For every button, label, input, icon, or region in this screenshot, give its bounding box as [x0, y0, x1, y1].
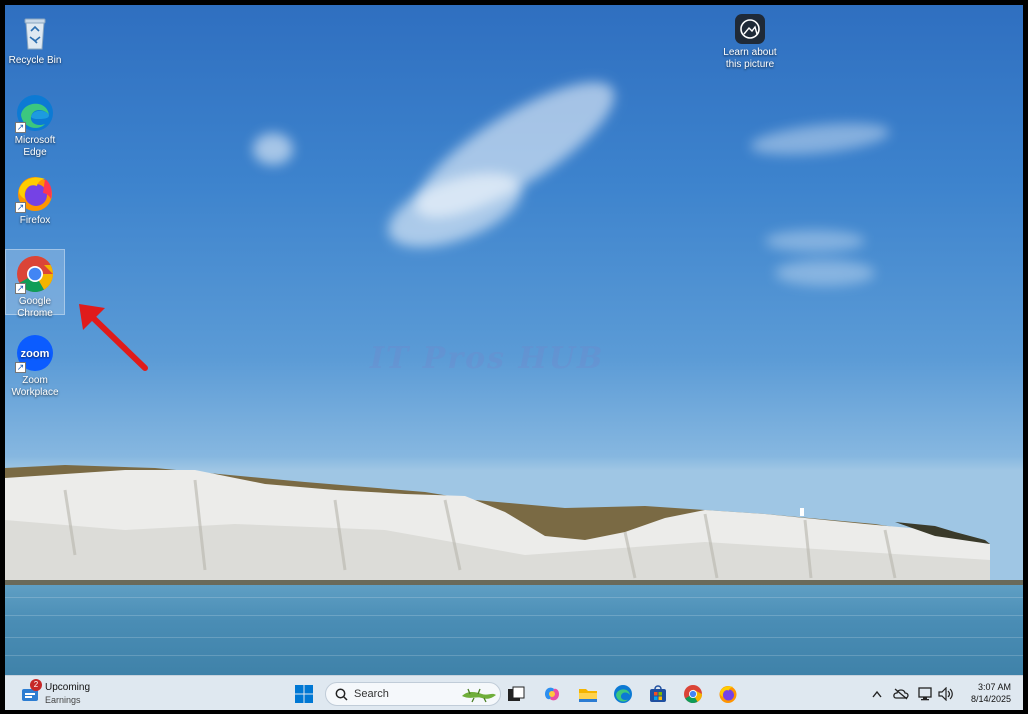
firefox-icon: ↗: [15, 173, 55, 213]
desktop-icon-label: Firefox: [19, 215, 51, 226]
volume-tray-button[interactable]: [937, 681, 955, 707]
desktop-icon-label: Google Chrome: [17, 296, 53, 319]
task-view-icon: [508, 686, 525, 701]
lighthouse: [800, 508, 804, 516]
screenshot-frame: IT Pros HUB Recycle Bin ↗ Microsoft Edge: [0, 0, 1028, 714]
windows-start-icon: [295, 685, 313, 703]
watermark-text: IT Pros HUB: [370, 341, 605, 376]
desktop-icon-label: Microsoft Edge: [14, 135, 56, 158]
file-explorer-icon: [579, 688, 597, 702]
widget-title: Upcoming: [45, 682, 91, 693]
desktop-icon-label: Recycle Bin: [8, 55, 62, 66]
edge-icon: ↗: [15, 93, 55, 133]
white-cliffs: [5, 465, 1023, 588]
chrome-icon: [684, 685, 702, 704]
network-tray-button[interactable]: [917, 681, 935, 707]
desktop-icon-learn-about-picture[interactable]: Learn about this picture: [720, 9, 780, 71]
network-icon: [918, 687, 932, 701]
desktop-icon-recycle-bin[interactable]: Recycle Bin: [5, 9, 65, 67]
chrome-icon: ↗: [15, 254, 55, 294]
shortcut-arrow-icon: ↗: [15, 202, 26, 213]
shortcut-arrow-icon: ↗: [15, 122, 26, 133]
spotlight-camera-icon: [734, 13, 766, 45]
desktop: IT Pros HUB Recycle Bin ↗ Microsoft Edge: [5, 5, 1023, 710]
store-icon: [650, 685, 666, 702]
desktop-icon-microsoft-edge[interactable]: ↗ Microsoft Edge: [5, 89, 65, 159]
sea: [5, 585, 1023, 675]
taskbar-firefox-button[interactable]: [715, 681, 741, 707]
clock-time: 3:07 AM: [977, 682, 1011, 692]
taskbar: 2 Upcoming Earnings Search 3:07 AM 8/14/…: [5, 675, 1023, 710]
desktop-icon-firefox[interactable]: ↗ Firefox: [5, 169, 65, 227]
taskbar-chrome-button[interactable]: [680, 681, 706, 707]
copilot-button[interactable]: [539, 681, 565, 707]
learn-about-label-line2: this picture: [725, 59, 775, 70]
cloud: [775, 260, 875, 286]
show-hidden-icons-button[interactable]: [867, 681, 887, 707]
copilot-icon: [545, 687, 559, 701]
taskbar-edge-button[interactable]: [610, 681, 636, 707]
desktop-icon-google-chrome[interactable]: ↗ Google Chrome: [5, 249, 65, 319]
zoom-icon: zoom ↗: [15, 333, 55, 373]
desktop-icon-label: Zoom Workplace: [11, 375, 59, 398]
taskbar-search-box[interactable]: Search: [325, 682, 501, 706]
cloud: [765, 230, 865, 252]
widgets-button[interactable]: 2 Upcoming Earnings: [19, 679, 129, 707]
learn-about-label-line1: Learn about: [723, 47, 777, 58]
annotation-arrow: [79, 304, 148, 371]
store-button[interactable]: [645, 681, 671, 707]
notification-badge: 2: [30, 679, 42, 691]
start-button[interactable]: [291, 681, 317, 707]
cloud: [748, 117, 892, 161]
clock-date: 8/14/2025: [970, 694, 1011, 704]
onedrive-tray-button[interactable]: [891, 681, 911, 707]
volume-icon: [938, 687, 953, 701]
file-explorer-button[interactable]: [575, 681, 601, 707]
task-view-button[interactable]: [503, 681, 529, 707]
firefox-icon: [719, 686, 737, 703]
cloud-offline-icon: [893, 688, 909, 700]
shortcut-arrow-icon: ↗: [15, 362, 26, 373]
recycle-bin-icon: [15, 13, 55, 53]
cloud: [253, 133, 293, 165]
search-label: Search: [354, 688, 389, 700]
search-highlight-lizard-icon: [462, 688, 496, 703]
clock-button[interactable]: 3:07 AM 8/14/2025: [971, 681, 1011, 705]
edge-icon: [614, 685, 632, 703]
zoom-logo-text: zoom: [21, 348, 50, 360]
shortcut-arrow-icon: ↗: [15, 283, 26, 294]
chevron-up-icon: [872, 690, 882, 698]
desktop-icon-zoom-workplace[interactable]: zoom ↗ Zoom Workplace: [5, 329, 65, 399]
widget-subtitle: Earnings: [45, 695, 81, 705]
search-icon: [335, 688, 348, 701]
